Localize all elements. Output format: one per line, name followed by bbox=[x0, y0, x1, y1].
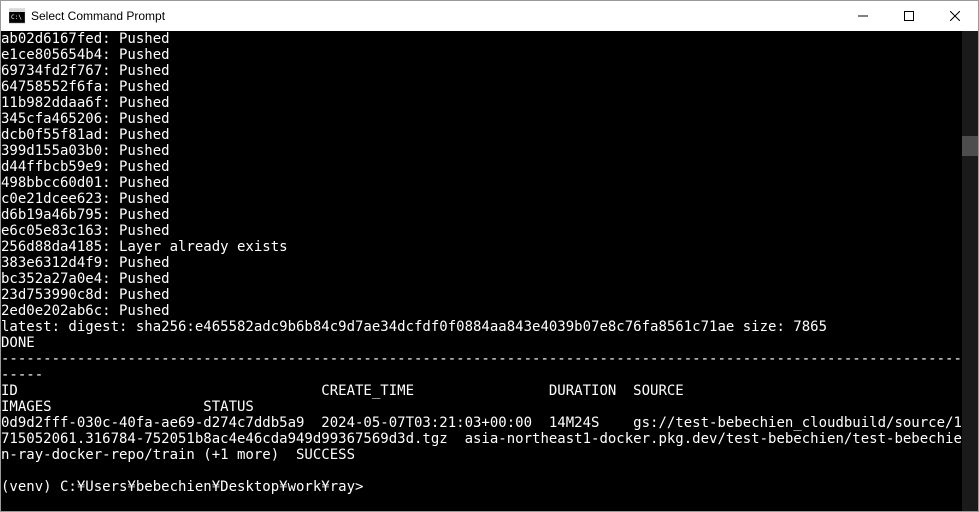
titlebar: C:\ Select Command Prompt bbox=[1, 1, 978, 31]
minimize-icon bbox=[858, 11, 868, 21]
maximize-button[interactable] bbox=[886, 1, 932, 31]
terminal-area: ab02d6167fed: Pushed e1ce805654b4: Pushe… bbox=[1, 31, 978, 511]
maximize-icon bbox=[904, 11, 914, 21]
close-button[interactable] bbox=[932, 1, 978, 31]
cmd-icon: C:\ bbox=[9, 8, 25, 24]
terminal-output[interactable]: ab02d6167fed: Pushed e1ce805654b4: Pushe… bbox=[1, 31, 962, 511]
window-title: Select Command Prompt bbox=[31, 1, 840, 31]
close-icon bbox=[950, 11, 960, 21]
window-controls bbox=[840, 1, 978, 31]
scrollbar-thumb[interactable] bbox=[962, 136, 978, 156]
svg-text:C:\: C:\ bbox=[11, 14, 22, 21]
minimize-button[interactable] bbox=[840, 1, 886, 31]
scrollbar[interactable] bbox=[962, 31, 978, 511]
